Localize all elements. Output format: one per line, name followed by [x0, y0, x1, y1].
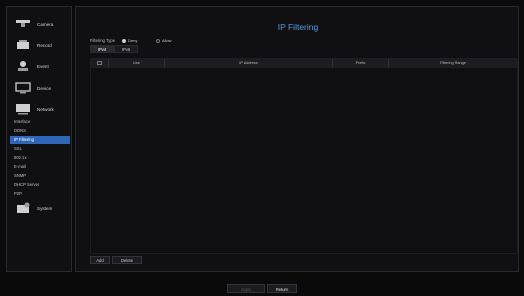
sidebar-item-dhcp-server[interactable]: DHCP Server — [10, 181, 70, 189]
select-all-cell — [91, 59, 109, 68]
menu-label-record: Record — [37, 42, 52, 48]
filtering-type-label: Filtering Type — [90, 38, 116, 43]
return-button[interactable]: Return — [267, 284, 297, 293]
header-filtering-range: Filtering Range — [440, 61, 466, 65]
menu-record[interactable]: Record — [9, 36, 71, 54]
page-title: IP Filtering — [277, 22, 319, 32]
radio-label-deny: Deny — [128, 38, 138, 43]
record-icon — [17, 40, 29, 49]
network-icon — [16, 104, 30, 115]
header-ip-address: IP Address — [165, 59, 333, 68]
menu-network[interactable]: Network — [9, 100, 71, 118]
sidebar-item-snmp[interactable]: SNMP — [10, 172, 70, 180]
sidebar-item-ip-filtering[interactable]: IP Filtering — [10, 136, 70, 144]
device-icon — [15, 82, 31, 94]
sidebar-item-interface[interactable]: Interface — [10, 118, 70, 126]
radio-deny[interactable]: Deny — [122, 38, 137, 43]
menu-label-camera: Camera — [37, 21, 54, 27]
camera-icon — [16, 20, 30, 27]
menu-device[interactable]: Device — [9, 79, 71, 97]
tab-ipv4[interactable]: IPv4 — [90, 45, 114, 53]
menu-system[interactable]: System — [9, 199, 71, 217]
sidebar-item-8021x[interactable]: 802.1x — [10, 154, 70, 162]
menu-label-device: Device — [37, 85, 52, 91]
menu-label-network: Network — [37, 106, 54, 112]
ip-filter-table: Use IP Address Prefix Filtering Range — [90, 58, 518, 254]
event-icon — [18, 61, 28, 71]
table-header: Use IP Address Prefix Filtering Range — [91, 59, 517, 68]
sidebar: Camera Record Event Device Network Inter… — [6, 6, 72, 272]
header-prefix: Prefix — [333, 59, 389, 68]
header-use: Use — [109, 59, 165, 68]
tab-ipv6[interactable]: IPv6 — [114, 45, 138, 53]
sidebar-item-ddns[interactable]: DDNS — [10, 127, 70, 135]
menu-label-event: Event — [37, 63, 49, 69]
radio-allow[interactable]: Allow — [156, 38, 172, 43]
main-panel: IP Filtering Filtering Type Deny Allow I… — [75, 6, 519, 272]
add-button[interactable]: Add — [90, 256, 110, 264]
radio-dot-deny — [122, 38, 126, 43]
select-all-checkbox[interactable] — [97, 61, 102, 65]
sidebar-item-p2p[interactable]: P2P — [10, 190, 70, 198]
menu-event[interactable]: Event — [9, 57, 71, 75]
sidebar-item-ssl[interactable]: SSL — [10, 145, 70, 153]
radio-dot-allow — [156, 38, 160, 43]
menu-camera[interactable]: Camera — [9, 15, 71, 33]
menu-label-system: System — [37, 205, 53, 211]
system-icon — [17, 202, 30, 213]
sidebar-item-email[interactable]: E-mail — [10, 163, 70, 171]
apply-button[interactable]: Apply — [227, 284, 265, 293]
radio-label-allow: Allow — [162, 38, 172, 43]
delete-button[interactable]: Delete — [112, 256, 142, 264]
